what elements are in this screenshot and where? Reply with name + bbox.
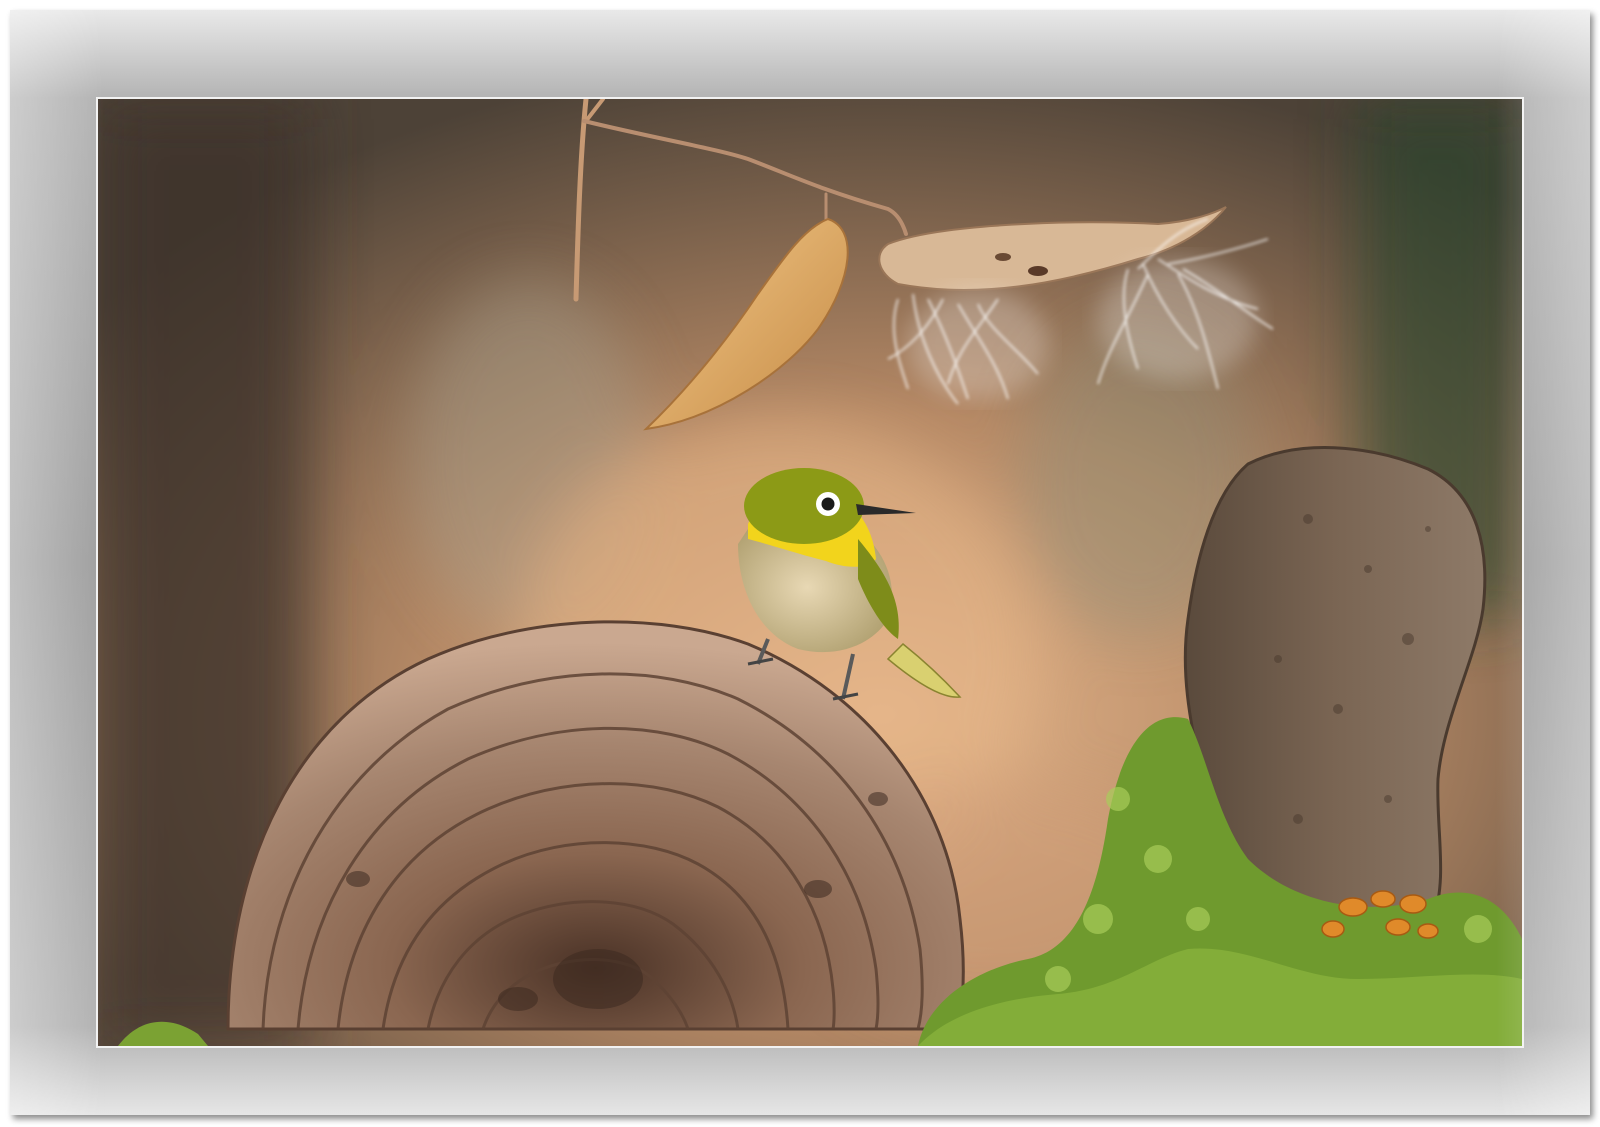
photo — [96, 97, 1524, 1048]
nature-photo — [98, 99, 1522, 1046]
photo-frame — [10, 10, 1590, 1115]
